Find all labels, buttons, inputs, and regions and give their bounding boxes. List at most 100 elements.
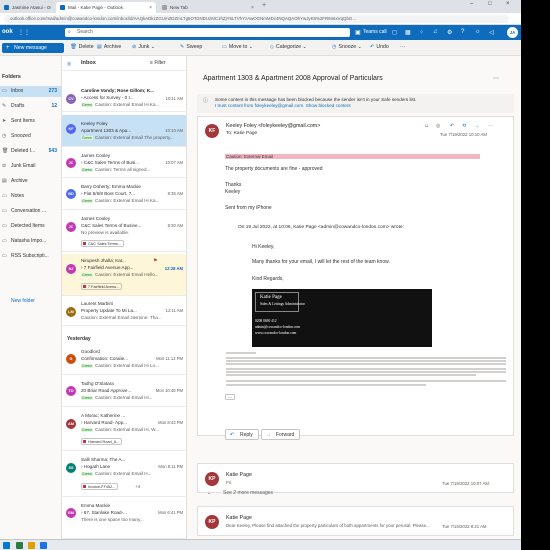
attachment-chip[interactable]: C&C Sales Terms... (81, 240, 125, 247)
list-item-selected[interactable]: KF Keeley Foley Apartment 1303 & Apa... … (62, 115, 186, 147)
teams-call-label[interactable]: Teams call (363, 29, 387, 35)
list-item[interactable]: EM Emma Mackie › 67, Stanlake Road-... M… (62, 499, 186, 539)
list-item[interactable]: LM Laurent Marbini Property Update To Mi… (62, 298, 186, 326)
taskbar-app-icon[interactable] (16, 542, 23, 549)
list-item[interactable]: JC James Cooley › C&C Sales Terms of Bus… (62, 150, 186, 178)
collapsed-message-card[interactable]: KP Katie Page Dear Keeley, Please find a… (197, 506, 514, 536)
forward-icon[interactable]: → (474, 123, 479, 129)
more-actions-icon[interactable]: ⋯ (488, 123, 493, 129)
avatar: JC (66, 222, 76, 232)
folder-sent-items[interactable]: ➤ Sent Items (0, 116, 62, 127)
list-item[interactable]: JC James Cooley C&C Sales Terms of Busin… (62, 212, 186, 252)
lightbulb-icon[interactable]: ☼ (475, 29, 481, 35)
search-placeholder: Search (77, 29, 93, 35)
new-message-button[interactable]: + New message (2, 43, 64, 53)
reply-icon[interactable]: ↶ (450, 123, 454, 129)
search-input[interactable]: ⌕ Search (65, 28, 350, 37)
apps-icon[interactable]: ⁘ (419, 29, 424, 36)
list-item[interactable]: TO Tadhg O'Slatara 20 Briar Road Approve… (62, 377, 186, 407)
avatar: KF (66, 124, 76, 134)
signature-email: admin@cowandco-london.com (255, 325, 301, 329)
folder-notes[interactable]: ▭ Notes (0, 191, 62, 202)
reply-all-icon[interactable]: ⟲ (462, 123, 466, 129)
attachment-chip[interactable]: Invoice-FF452... (81, 483, 119, 490)
subject: › Access for Survey - 0 I... (81, 95, 134, 100)
list-item[interactable]: AM A Morac; Katherine ... › Harvard Road… (62, 409, 186, 451)
folder-snoozed[interactable]: ◷ Snoozed (0, 131, 62, 142)
app-launcher-icon[interactable]: ⋮⋮ (18, 29, 30, 36)
mark-icon[interactable]: ◎ (436, 123, 440, 129)
folder-deleted-items[interactable]: 🗑 Deleted I... 543 (0, 146, 62, 157)
avatar[interactable]: JA (507, 27, 518, 38)
archive-button[interactable]: ▤ Archive (97, 44, 121, 50)
attachment-chip[interactable]: 7 Fairfield Avenu... (81, 283, 123, 290)
subject: › Flat 5/6/8 Boot Court, 7... (81, 191, 136, 196)
flag-icon[interactable]: ⚑ (153, 258, 157, 264)
broom-icon: ✎ (180, 44, 185, 50)
attachment-chip[interactable]: Harvard Road_A... (81, 438, 123, 445)
list-item[interactable]: G Goodlord Confirmation: Coralie... Mon … (62, 346, 186, 375)
sender-address[interactable]: Keeley Foley <foleykeeley@gmail.com> (226, 123, 320, 129)
categorize-button[interactable]: ◇ Categorize ⌄ (270, 44, 307, 50)
quote-line: Hi Keeley, (252, 244, 275, 250)
folder-conversation-history[interactable]: ▭ Conversation ... (0, 206, 62, 217)
time: 10:10 AM (165, 128, 183, 133)
new-tab-plus-icon[interactable]: + (262, 2, 266, 9)
list-item[interactable]: CV Caroline Vondy; Rose Gillom; K... › A… (62, 86, 186, 112)
green-tag: Green (81, 199, 93, 203)
folder-junk-email[interactable]: ⊘ Junk Email (0, 161, 62, 172)
folder-natasha[interactable]: ▭ Natasha Impo... (0, 236, 62, 247)
emoji-icon[interactable]: ☺ (424, 123, 429, 129)
start-icon[interactable] (3, 542, 10, 549)
collapsed-message-card[interactable]: KP Katie Page Fri Tue 7/19/2022 10:07 AM (197, 463, 514, 493)
gear-icon[interactable]: ⚙ (447, 29, 452, 36)
undo-button[interactable]: ↶ Undo (370, 44, 389, 50)
trust-sender-link[interactable]: I trust content from foleykeeley@gmail.c… (215, 103, 304, 108)
url-field[interactable]: outlook.office.com/mail/admin@cowandco-l… (4, 15, 509, 23)
chat-icon[interactable]: ◻ (392, 29, 397, 36)
folder-detected-items[interactable]: ▭ Detected Items (0, 221, 62, 232)
megaphone-icon[interactable]: ◁ (489, 29, 494, 36)
show-trimmed-content-button[interactable]: ... (225, 394, 236, 400)
sweep-button[interactable]: ✎ Sweep (180, 44, 202, 50)
snooze-button[interactable]: ◷ Snooze ⌄ (332, 44, 362, 50)
chevron-down-icon[interactable]: ⌄ (207, 490, 211, 496)
taskbar-app-icon[interactable] (28, 542, 35, 549)
help-icon[interactable]: ? (461, 29, 464, 35)
archive-icon: ▤ (2, 178, 7, 184)
new-folder-link[interactable]: New folder (11, 298, 35, 304)
tab-new-tab[interactable]: New Tab × (158, 2, 258, 13)
tab-katie-outlook[interactable]: Mail - Katie Page - Outlook × (56, 2, 156, 13)
info-icon: ⓘ (203, 98, 209, 104)
show-blocked-content-link[interactable]: Show blocked content (306, 103, 351, 108)
conversation-options-icon[interactable]: ⋯ (493, 75, 499, 82)
folder-archive[interactable]: ▤ Archive (0, 176, 62, 187)
close-window-icon[interactable]: × (506, 1, 510, 7)
list-item[interactable]: BD Barry Doherty; Emma Mackie › Flat 5/6… (62, 180, 186, 210)
filter-button[interactable]: ≡ Filter (150, 60, 165, 66)
close-tab-icon[interactable]: × (149, 5, 152, 11)
taskbar-app-icon[interactable] (40, 542, 47, 549)
folder-rss[interactable]: ▭ RSS Subscripti... (0, 251, 62, 262)
see-more-messages-link[interactable]: See 2 more messages (223, 490, 273, 496)
folder-inbox[interactable]: ▭ Inbox 273 (0, 86, 62, 97)
delete-button[interactable]: 🗑 Delete (70, 44, 94, 50)
block-icon: ⊘ (2, 163, 7, 169)
time: 12:28 AM (164, 266, 183, 271)
group-header-yesterday[interactable]: Yesterday (62, 335, 186, 344)
more-options-icon[interactable]: ··· (400, 44, 405, 50)
move-to-button[interactable]: ▭ Move to ⌄ (222, 44, 253, 50)
list-item-flagged[interactable]: NJ Nirupesh Jhalla; Kat... ⚑ › 7 Fairfie… (62, 254, 186, 296)
list-item[interactable]: SS Salli Sharma; The A... › Hogath Lane … (62, 453, 186, 497)
select-all-icon[interactable]: ◎ (67, 61, 71, 67)
teams-icon[interactable]: ▣ (355, 29, 361, 36)
folder-drafts[interactable]: ✎ Drafts 12 (0, 101, 62, 112)
bell-icon[interactable]: ♫ (433, 29, 438, 35)
close-tab-icon[interactable]: × (251, 5, 254, 11)
calendar-icon[interactable]: ▦ (405, 29, 411, 36)
maximize-icon[interactable]: □ (488, 1, 492, 7)
tab-jasmine-outlook[interactable]: Jasmine Atasui - Outlook (0, 2, 55, 13)
minimize-icon[interactable]: – (470, 1, 473, 7)
more-attachments-count[interactable]: +4 (135, 484, 140, 489)
junk-button[interactable]: ⊘ Junk ⌄ (132, 44, 155, 50)
